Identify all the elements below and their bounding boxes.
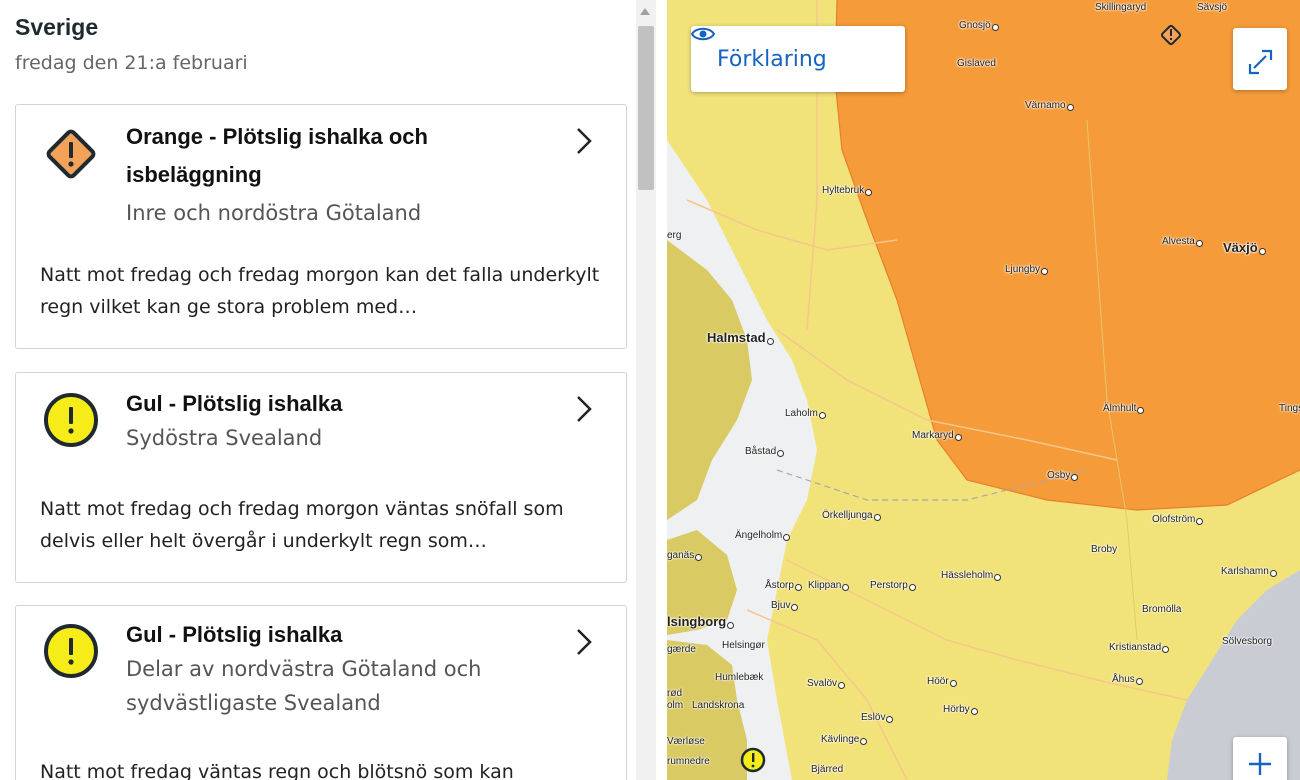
map-label: Markaryd (912, 430, 962, 441)
map-label: Bjuv (771, 600, 798, 611)
map-label: Olofström (1152, 514, 1203, 525)
map-label: Ljungby (1005, 264, 1048, 275)
warnings-panel: Sverige fredag den 21:a februari Orange … (0, 0, 636, 780)
map-label: Alvesta (1162, 236, 1203, 247)
warning-description: Natt mot fredag och fredag morgon väntas… (40, 498, 564, 552)
page-root: Sverige fredag den 21:a februari Orange … (0, 0, 1300, 780)
map-label: Hässleholm (941, 570, 1001, 581)
map-label: Svalöv (807, 678, 845, 689)
map-label: Värnamo (1025, 100, 1074, 111)
zoom-in-button[interactable] (1233, 737, 1287, 780)
map-label: Karlshamn (1221, 566, 1277, 577)
warning-description: Natt mot fredag och fredag morgon kan de… (40, 264, 600, 318)
map-label: Sävsjö (1197, 2, 1228, 13)
warning-card-orange[interactable]: Orange - Plötslig ishalka och isbeläggni… (15, 104, 627, 349)
map-label: Eslöv (861, 712, 893, 723)
map-label: Værløse (667, 736, 705, 747)
map-label: Laholm (785, 408, 826, 419)
map-label: Osby (1047, 470, 1078, 481)
fullscreen-button[interactable] (1233, 28, 1287, 90)
chevron-right-icon[interactable] (574, 624, 596, 660)
warning-diamond-icon (46, 129, 96, 179)
warning-circle-icon (44, 624, 98, 678)
warning-title: Orange - Plötslig ishalka och isbeläggni… (126, 124, 428, 187)
warning-card-yellow-1[interactable]: Gul - Plötslig ishalka Sydöstra Svealand… (15, 372, 627, 583)
map-label: Humlebæk (715, 672, 764, 683)
map-label: Åhus (1112, 674, 1143, 685)
map-label: Kristianstad (1109, 642, 1169, 653)
map-label: Bjärred (811, 764, 844, 775)
map-label: Landskrona (692, 700, 745, 711)
map-label: Sölvesborg (1222, 636, 1273, 647)
chevron-right-icon[interactable] (574, 123, 596, 159)
map-label: rumnedre (667, 756, 710, 767)
warning-description: Natt mot fredag väntas regn och blötsnö … (40, 761, 514, 780)
plus-icon (1249, 753, 1271, 775)
expand-icon (1248, 49, 1273, 75)
map-label: gærde (667, 644, 696, 655)
warning-title: Gul - Plötslig ishalka (126, 391, 343, 416)
warning-card-yellow-2[interactable]: Gul - Plötslig ishalka Delar av nordväst… (15, 605, 627, 780)
map-label: Kävlinge (821, 734, 867, 745)
region-title: Sverige (15, 14, 99, 40)
warning-area: Inre och nordöstra Götaland (126, 201, 422, 225)
map-label: Åstorp (765, 580, 802, 591)
map-label: Växjö (1223, 240, 1266, 255)
map-label: Klippan (808, 580, 849, 591)
map-label: Halmstad (707, 330, 774, 345)
warning-area: Sydöstra Svealand (126, 426, 323, 450)
map-warning-circle-marker[interactable] (740, 747, 766, 773)
map-label: Höör (927, 676, 957, 687)
warning-title: Gul - Plötslig ishalka (126, 622, 343, 647)
map-label: Helsingør (722, 640, 765, 651)
map-label: lsingborg (667, 614, 734, 629)
warning-date: fredag den 21:a februari (15, 52, 248, 74)
chevron-right-icon[interactable] (574, 391, 596, 427)
map-label: erg (667, 230, 682, 241)
scroll-thumb[interactable] (638, 26, 654, 190)
map-label: Tings (1279, 403, 1300, 414)
panel-scrollbar[interactable] (636, 0, 656, 780)
map-label: Bromölla (1142, 604, 1182, 615)
scroll-up-arrow-icon[interactable] (640, 8, 650, 15)
map-label: Broby (1091, 544, 1118, 555)
warning-map[interactable]: Skillingaryd Sävsjö Gnosjö Gislaved Värn… (667, 0, 1300, 780)
map-label: ganäs (667, 550, 702, 561)
map-label: Ängelholm (735, 530, 790, 541)
warning-area: Delar av nordvästra Götaland och sydväst… (126, 657, 482, 715)
legend-button[interactable]: Förklaring (691, 26, 905, 92)
map-canvas (667, 0, 1300, 780)
map-label: Gislaved (957, 58, 996, 69)
map-label: Hörby (943, 704, 978, 715)
map-label: olm (667, 700, 684, 711)
map-label: Örkelljunga (822, 510, 881, 521)
eye-icon (691, 27, 715, 41)
map-label: Hyltebruk (822, 185, 872, 196)
map-label: Gnosjö (959, 20, 999, 31)
map-label: Skillingaryd (1095, 2, 1147, 13)
map-label: Perstorp (870, 580, 916, 591)
map-label: Båstad (745, 446, 784, 457)
legend-button-label: Förklaring (717, 46, 827, 72)
map-label: Älmhult (1103, 403, 1144, 414)
map-label: rød (667, 688, 682, 699)
warning-circle-icon (44, 393, 98, 447)
